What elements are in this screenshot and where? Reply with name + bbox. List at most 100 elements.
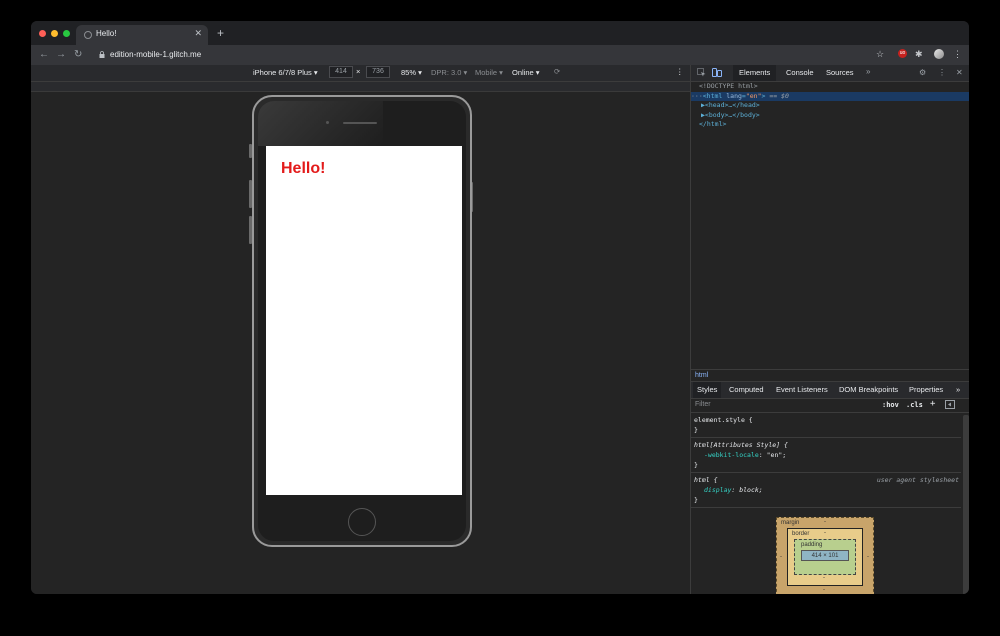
- browser-toolbar: ← → ↻ edition-mobile-1.glitch.me ☆ uo ✱ …: [31, 45, 969, 65]
- mode-select[interactable]: Mobile ▾: [475, 68, 503, 77]
- rule-close: }: [694, 496, 698, 504]
- forward-button[interactable]: →: [56, 49, 66, 61]
- ublock-icon: uo: [898, 49, 907, 58]
- browser-tab[interactable]: Hello! ✕: [76, 25, 208, 45]
- tab-dom-breakpoints[interactable]: DOM Breakpoints: [835, 382, 902, 398]
- border-bottom-value: -: [823, 575, 825, 581]
- ua-stylesheet-label: user agent stylesheet: [876, 476, 959, 484]
- dom-html-node[interactable]: ···<html lang="en"> == $0: [691, 91, 969, 101]
- box-content[interactable]: 414 × 101: [801, 550, 849, 561]
- phone-camera: [326, 121, 329, 124]
- rule-close: }: [694, 461, 698, 469]
- style-rules: element.style { } html[Attributes Style]…: [691, 413, 961, 508]
- media-query-ruler: [31, 82, 690, 92]
- more-style-tabs-icon[interactable]: »: [952, 382, 964, 398]
- devtools-header: Elements Console Sources » ⚙ ⋮ ✕: [691, 65, 969, 82]
- dom-doctype[interactable]: <!DOCTYPE html>: [691, 82, 969, 92]
- css-value[interactable]: : "en";: [759, 451, 786, 459]
- page-heading: Hello!: [281, 160, 326, 177]
- width-input[interactable]: 414: [329, 66, 353, 78]
- close-window-button[interactable]: [39, 30, 46, 37]
- cls-button[interactable]: .cls: [906, 401, 923, 409]
- css-property: display: [704, 486, 732, 494]
- styles-scrollbar[interactable]: [963, 415, 969, 594]
- rule-element-style[interactable]: element.style { }: [691, 413, 961, 438]
- tab-title: Hello!: [96, 29, 117, 38]
- reload-button[interactable]: ↻: [74, 49, 82, 61]
- zoom-select[interactable]: 85% ▾: [401, 68, 422, 77]
- url-text: edition-mobile-1.glitch.me: [110, 50, 202, 59]
- rotate-icon[interactable]: ⟳: [554, 67, 560, 76]
- tab-event-listeners[interactable]: Event Listeners: [772, 382, 832, 398]
- box-model-diagram: margin - border - padding 414 × 101 - - …: [776, 517, 874, 594]
- device-toolbar-toggle-icon[interactable]: [712, 68, 722, 80]
- extensions-puzzle-icon[interactable]: ✱: [915, 49, 923, 60]
- inspect-element-icon[interactable]: [697, 68, 706, 80]
- dom-tag: <html: [702, 91, 723, 100]
- minimize-window-button[interactable]: [51, 30, 58, 37]
- dom-attr-name: lang: [722, 91, 742, 100]
- phone-body: Hello!: [258, 101, 466, 541]
- rule-close: }: [694, 426, 698, 434]
- margin-label: margin: [781, 520, 800, 526]
- home-button[interactable]: [348, 508, 376, 536]
- hov-button[interactable]: :hov: [882, 401, 899, 409]
- dom-selected-marker: == $0: [765, 91, 789, 100]
- address-bar[interactable]: edition-mobile-1.glitch.me: [91, 48, 891, 62]
- rule-selector: html[Attributes Style] {: [694, 441, 788, 449]
- styles-subtabs: Styles Computed Event Listeners DOM Brea…: [691, 381, 969, 399]
- dom-html-close: </html>: [699, 120, 727, 128]
- tab-properties[interactable]: Properties: [905, 382, 947, 398]
- dom-head-node[interactable]: ▶<head>…</head>: [691, 101, 969, 111]
- css-property[interactable]: -webkit-locale: [704, 451, 759, 459]
- new-tab-button[interactable]: +: [217, 27, 224, 39]
- new-style-rule-button[interactable]: +: [930, 399, 935, 409]
- tab-strip: Hello! ✕ +: [31, 21, 969, 45]
- browser-menu-icon[interactable]: ⋮: [953, 49, 962, 60]
- close-tab-icon[interactable]: ✕: [194, 28, 202, 39]
- tab-styles[interactable]: Styles: [693, 382, 722, 398]
- margin-left-value: -: [780, 554, 782, 560]
- breadcrumb: html: [691, 369, 969, 381]
- tab-sources[interactable]: Sources: [820, 65, 860, 81]
- close-devtools-icon[interactable]: ✕: [956, 68, 963, 78]
- devtools-more-icon[interactable]: ⋮: [938, 68, 946, 78]
- dimension-times: ×: [356, 67, 361, 76]
- device-select[interactable]: iPhone 6/7/8 Plus ▾: [253, 68, 318, 77]
- page-screen[interactable]: Hello!: [266, 146, 462, 495]
- styles-filter-bar: Filter :hov .cls +: [691, 398, 969, 413]
- phone-speaker: [343, 122, 377, 124]
- phone-frame: Hello!: [252, 95, 472, 547]
- styles-filter-input[interactable]: Filter: [695, 401, 711, 408]
- traffic-lights: [39, 30, 70, 37]
- breadcrumb-html[interactable]: html: [695, 372, 708, 379]
- extension-badge-icon[interactable]: uo: [898, 49, 907, 58]
- margin-right-value: -: [867, 554, 869, 560]
- throttle-select[interactable]: Online ▾: [512, 68, 540, 77]
- dpr-select[interactable]: DPR: 3.0 ▾: [431, 68, 467, 77]
- device-more-icon[interactable]: ⋮: [676, 67, 684, 76]
- tab-console[interactable]: Console: [780, 65, 820, 81]
- device-viewport: Hello!: [31, 92, 690, 594]
- bookmark-star-icon[interactable]: ☆: [876, 49, 884, 60]
- toggle-sidebar-icon[interactable]: [945, 400, 955, 411]
- profile-avatar[interactable]: [934, 49, 944, 59]
- margin-bottom-value: -: [823, 587, 825, 593]
- dom-indent-marker: ···: [691, 91, 703, 100]
- border-top-value: -: [824, 530, 826, 536]
- more-tabs-icon[interactable]: »: [866, 67, 870, 77]
- back-button[interactable]: ←: [39, 49, 49, 61]
- dom-tree: <!DOCTYPE html> ···<html lang="en"> == $…: [691, 82, 969, 130]
- tab-elements[interactable]: Elements: [733, 65, 777, 81]
- dom-body-node[interactable]: ▶<body>…</body>: [691, 111, 969, 121]
- height-input[interactable]: 736: [366, 66, 390, 78]
- rule-html-ua[interactable]: html { user agent stylesheet display: bl…: [691, 473, 961, 508]
- maximize-window-button[interactable]: [63, 30, 70, 37]
- padding-label: padding: [801, 542, 823, 548]
- rule-attributes-style[interactable]: html[Attributes Style] { -webkit-locale:…: [691, 438, 961, 473]
- lock-icon: [99, 51, 105, 60]
- settings-gear-icon[interactable]: ⚙: [919, 68, 926, 78]
- browser-window: Hello! ✕ + ← → ↻ edition-mobile-1.glitch…: [31, 21, 969, 594]
- border-label: border: [792, 531, 810, 537]
- tab-computed[interactable]: Computed: [725, 382, 768, 398]
